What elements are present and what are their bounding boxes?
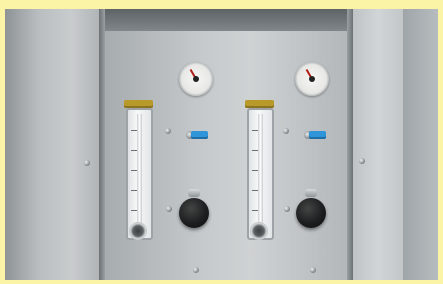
gauge-hub: [309, 76, 315, 82]
knob-collar: [188, 189, 200, 197]
flowmeter-tick: [131, 210, 137, 211]
flowmeter-tick: [131, 150, 137, 151]
flowmeter-tick: [252, 170, 258, 171]
flowmeter-adjust-knob[interactable]: [250, 222, 268, 240]
flowmeter-icon: [126, 108, 153, 240]
screw-icon: [359, 158, 365, 164]
pressure-gauge-icon: [295, 62, 329, 96]
knob-collar: [305, 189, 317, 197]
screw-icon: [165, 128, 171, 134]
regulator-knob-icon[interactable]: [296, 198, 326, 228]
screw-icon: [166, 206, 172, 212]
screw-icon: [284, 206, 290, 212]
flowmeter-tube: [258, 114, 263, 228]
flowmeter-tube: [137, 114, 142, 228]
flowmeter-adjust-knob[interactable]: [129, 222, 147, 240]
flowmeter-tick: [252, 190, 258, 191]
steel-side-panel-far-right: [403, 9, 438, 280]
blue-lever-valve-icon[interactable]: [191, 131, 208, 139]
flowmeter-tick: [131, 130, 137, 131]
steel-side-panel-right: [353, 9, 403, 280]
flowmeter-tick: [131, 190, 137, 191]
flowmeter-tick: [252, 150, 258, 151]
screw-icon: [193, 267, 199, 273]
flowmeter-head: [124, 100, 153, 108]
flowmeter-tick: [252, 210, 258, 211]
flowmeter-tick: [131, 170, 137, 171]
regulator-knob-icon[interactable]: [179, 198, 209, 228]
screw-icon: [310, 267, 316, 273]
recess-right-wall: [347, 9, 353, 280]
screw-icon: [283, 128, 289, 134]
flowmeter-icon: [247, 108, 274, 240]
flowmeter-tick: [252, 130, 258, 131]
pressure-gauge-icon: [179, 62, 213, 96]
flowmeter-head: [245, 100, 274, 108]
gauge-hub: [193, 76, 199, 82]
blue-lever-valve-icon[interactable]: [309, 131, 326, 139]
steel-side-panel-left: [5, 9, 99, 280]
screw-icon: [84, 160, 90, 166]
recess-top-shadow: [99, 9, 353, 31]
